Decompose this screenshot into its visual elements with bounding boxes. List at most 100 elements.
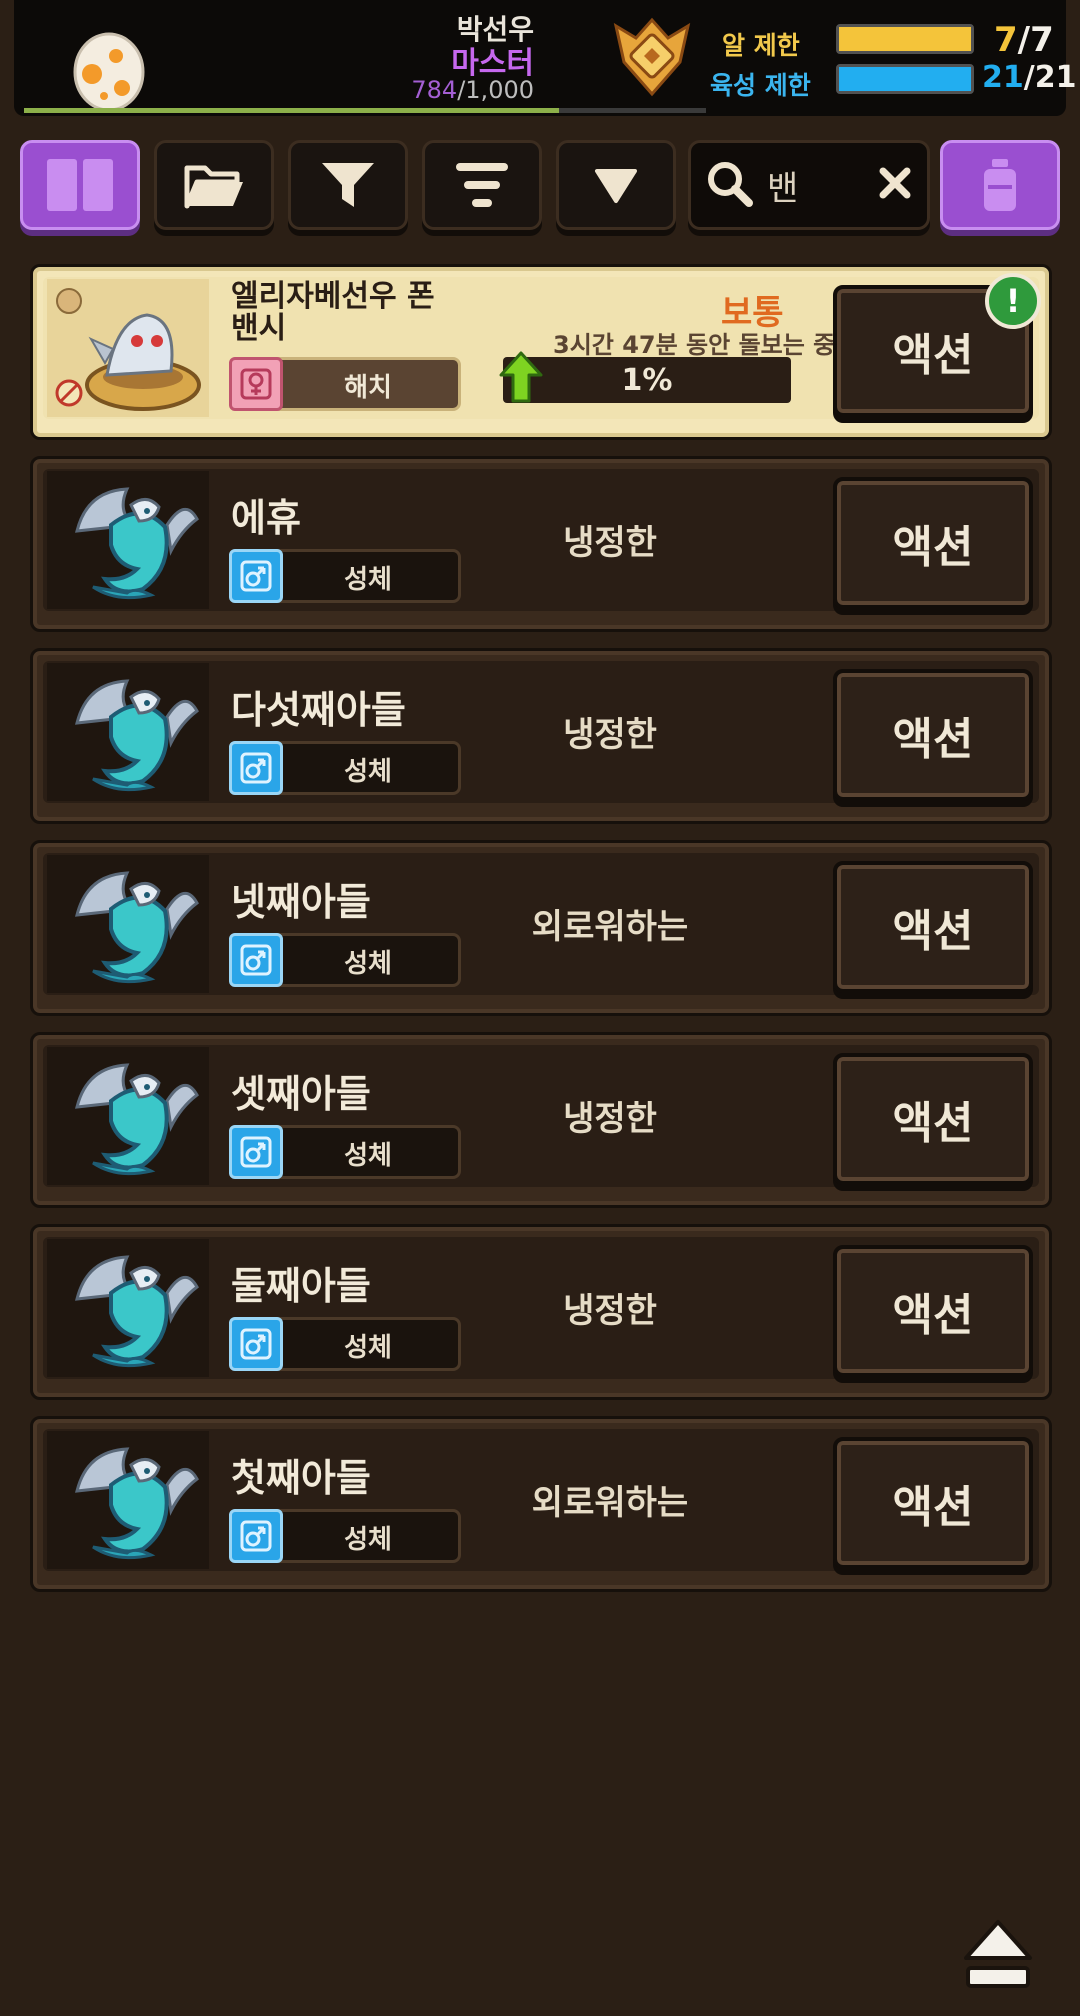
xp-bar — [24, 108, 706, 113]
egg-limit-bar — [836, 24, 974, 54]
dragon-mood: 외로워하는 — [531, 907, 689, 947]
xp-max: /1,000 — [457, 76, 534, 104]
egg-limit-max: /7 — [1017, 20, 1054, 60]
user-xp: 784/1,000 — [411, 76, 534, 104]
dragon-mood: 냉정한 — [563, 1099, 657, 1139]
dragon-sprite-icon — [75, 1255, 199, 1368]
dragon-card[interactable]: 첫째아들 성체 외로워하는 액션 — [30, 1416, 1052, 1592]
egg-limit-count: 7/7 — [994, 20, 1054, 60]
up-arrow-icon — [499, 351, 543, 403]
dragon-portrait[interactable] — [47, 663, 209, 801]
potion-button[interactable] — [940, 140, 1060, 230]
grid-view-button[interactable] — [20, 140, 140, 230]
search-field[interactable]: 밴 — [688, 140, 930, 230]
action-button[interactable]: 액션 — [833, 477, 1033, 609]
dragon-sprite-icon — [75, 871, 199, 984]
grid-view-icon — [47, 159, 113, 211]
action-button[interactable]: 액션 — [833, 1437, 1033, 1569]
xp-bar-fill — [24, 108, 559, 113]
dragon-sprite-icon — [75, 487, 199, 600]
search-input-value[interactable]: 밴 — [767, 161, 798, 210]
hatchling-portrait[interactable] — [47, 279, 209, 417]
grow-limit-fill — [839, 67, 971, 91]
male-icon — [229, 1509, 283, 1563]
dragon-stage: 성체 — [229, 1317, 461, 1371]
action-button[interactable]: 액션 — [833, 1053, 1033, 1185]
egg-limit-current: 7 — [994, 20, 1018, 60]
sort-button[interactable] — [422, 140, 542, 230]
dropdown-icon — [595, 169, 637, 203]
dragon-portrait[interactable] — [47, 1431, 209, 1569]
dragon-mood: 냉정한 — [563, 523, 657, 563]
grow-limit-bar — [836, 64, 974, 94]
hatching-card[interactable]: 엘리자베선우 폰 밴시 해치 보통 3시간 47분 동안 돌보는 중 1% 액션… — [30, 264, 1052, 440]
dragon-stage: 성체 — [229, 933, 461, 987]
filter-icon — [322, 163, 374, 207]
hatch-progress-bar: 1% — [503, 357, 791, 403]
rank-badge-icon[interactable] — [606, 16, 698, 100]
dragon-card[interactable]: 에휴 성체 냉정한 액션 — [30, 456, 1052, 632]
male-icon — [229, 1317, 283, 1371]
stage-label: 성체 — [344, 1141, 392, 1171]
dragon-mood: 외로워하는 — [531, 1483, 689, 1523]
male-icon — [229, 741, 283, 795]
dragon-card[interactable]: 셋째아들 성체 냉정한 액션 — [30, 1032, 1052, 1208]
egg-limit-fill — [839, 27, 971, 51]
action-button[interactable]: 액션 — [833, 861, 1033, 993]
dragon-sprite-icon — [75, 1063, 199, 1176]
dragon-portrait[interactable] — [47, 1239, 209, 1377]
grow-limit-count: 21/21 — [982, 60, 1076, 95]
action-button[interactable]: 액션 — [833, 1245, 1033, 1377]
alert-badge: ! — [985, 273, 1041, 329]
dragon-mood: 냉정한 — [563, 715, 657, 755]
dragon-mood: 냉정한 — [563, 1291, 657, 1331]
potion-icon — [984, 159, 1016, 211]
search-icon — [705, 159, 755, 213]
stage-label: 성체 — [344, 1333, 392, 1363]
dragon-card[interactable]: 넷째아들 성체 외로워하는 액션 — [30, 840, 1052, 1016]
dragon-stage: 성체 — [229, 549, 461, 603]
dragon-sprite-icon — [75, 1447, 199, 1560]
status-header: 박선우 마스터 784/1,000 알 제한 7/7 육성 제한 21/21 — [14, 0, 1076, 116]
xp-current: 784 — [411, 76, 458, 104]
dragon-card[interactable]: 다섯째아들 성체 냉정한 액션 — [30, 648, 1052, 824]
dragon-sprite-icon — [75, 679, 199, 792]
stage-label: 성체 — [344, 565, 392, 595]
dragon-name: 첫째아들 — [231, 1456, 371, 1500]
dragon-name: 셋째아들 — [231, 1072, 371, 1116]
dragon-portrait[interactable] — [47, 855, 209, 993]
dragon-stage: 성체 — [229, 741, 461, 795]
egg-avatar-icon[interactable] — [64, 26, 154, 112]
grow-limit-current: 21 — [982, 60, 1024, 95]
hatch-progress-value: 1% — [621, 363, 673, 398]
action-button[interactable]: 액션 — [833, 669, 1033, 801]
male-icon — [229, 549, 283, 603]
male-icon — [229, 1125, 283, 1179]
dragon-portrait[interactable] — [47, 471, 209, 609]
eject-arrow-icon[interactable] — [962, 1918, 1034, 1994]
egg-limit-label: 알 제한 — [722, 31, 800, 60]
hatchling-name: 엘리자베선우 폰 밴시 — [231, 279, 435, 346]
male-icon — [229, 933, 283, 987]
dragon-name: 다섯째아들 — [231, 688, 406, 732]
folder-icon — [184, 165, 243, 209]
grow-limit-max: /21 — [1023, 60, 1077, 95]
close-icon[interactable] — [877, 165, 913, 205]
grow-limit-label: 육성 제한 — [710, 71, 811, 100]
dragon-name: 에휴 — [231, 496, 301, 540]
dragon-stage: 성체 — [229, 1125, 461, 1179]
filter-button[interactable] — [288, 140, 408, 230]
dragon-name: 둘째아들 — [231, 1264, 371, 1308]
dragon-card[interactable]: 둘째아들 성체 냉정한 액션 — [30, 1224, 1052, 1400]
stage-label: 성체 — [344, 949, 392, 979]
hatchling-stage: 해치 — [229, 357, 461, 411]
dragon-stage: 성체 — [229, 1509, 461, 1563]
female-icon — [229, 357, 283, 411]
dropdown-button[interactable] — [556, 140, 676, 230]
dragon-name: 넷째아들 — [231, 880, 371, 924]
care-time: 3시간 47분 동안 돌보는 중 — [553, 331, 836, 359]
folder-button[interactable] — [154, 140, 274, 230]
dragon-portrait[interactable] — [47, 1047, 209, 1185]
sort-icon — [456, 163, 508, 207]
stage-label: 해치 — [344, 373, 392, 403]
